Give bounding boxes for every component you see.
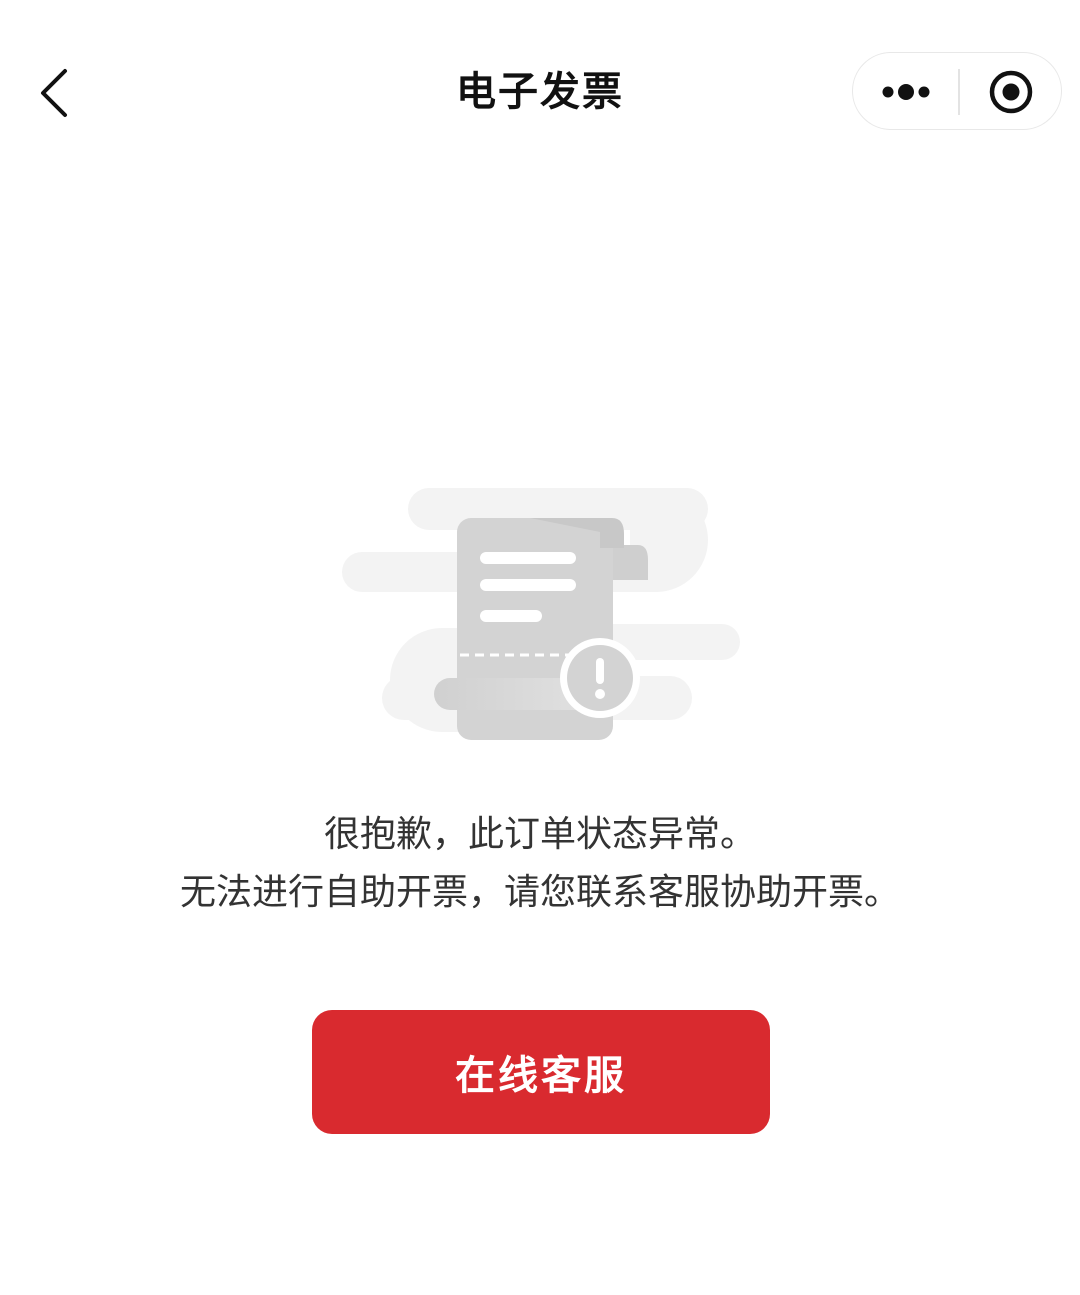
online-customer-service-button[interactable]: 在线客服 <box>312 1010 770 1134</box>
target-circle-icon <box>989 70 1033 114</box>
empty-state-illustration <box>330 480 750 750</box>
more-button[interactable] <box>853 53 958 131</box>
invoice-warning-icon <box>342 488 740 740</box>
more-dots-icon <box>882 84 929 100</box>
mini-program-capsule <box>852 52 1062 130</box>
close-button[interactable] <box>959 53 1063 131</box>
error-message: 很抱歉，此订单状态异常。 无法进行自助开票，请您联系客服协助开票。 <box>0 806 1080 922</box>
message-line-1: 很抱歉，此订单状态异常。 <box>323 814 756 855</box>
message-line-2: 无法进行自助开票，请您联系客服协助开票。 <box>179 872 900 913</box>
navigation-bar: 电子发票 <box>0 0 1080 180</box>
